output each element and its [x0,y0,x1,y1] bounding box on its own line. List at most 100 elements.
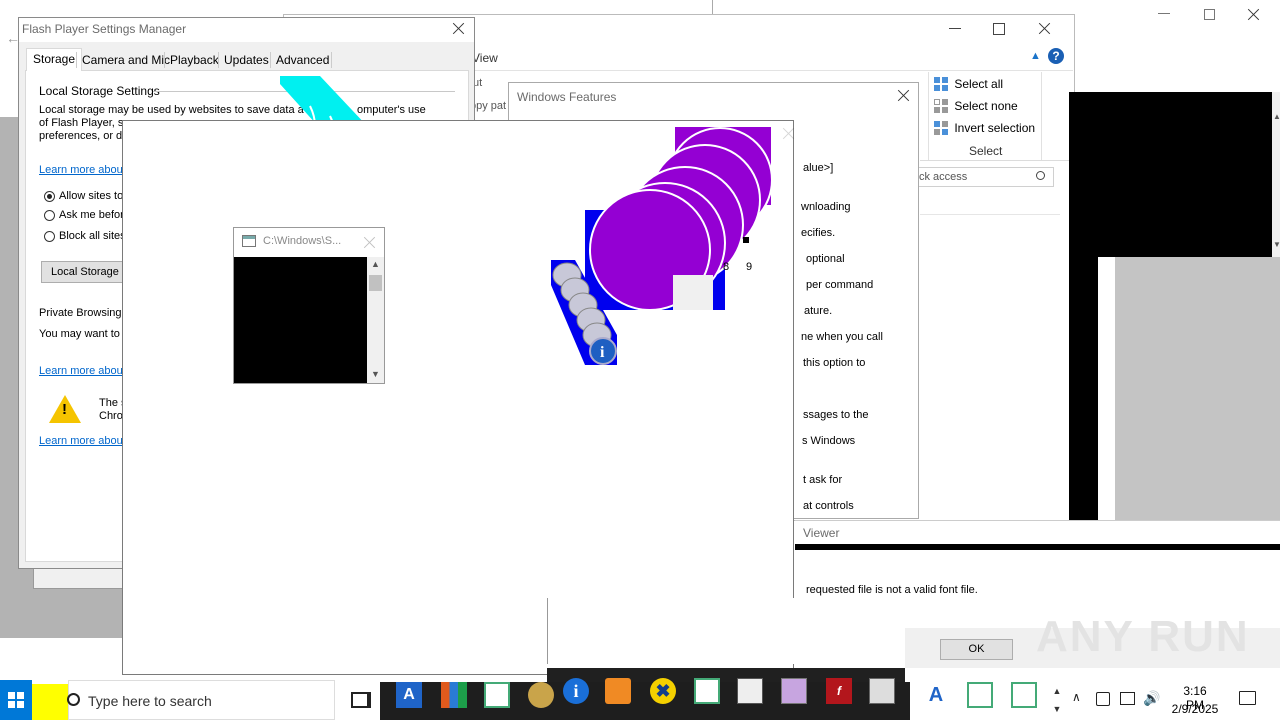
learn-more-link-2[interactable]: Learn more about [39,365,126,377]
tab-advanced[interactable]: Advanced [270,50,335,70]
cell-value-8: 8 [723,261,730,273]
tab-dividers [76,52,77,68]
scroll-down-icon[interactable]: ▼ [1273,240,1280,249]
features-line-2: wnloading [801,201,851,213]
select-all-icon [934,76,948,91]
search-box[interactable]: ck access [916,167,1054,187]
features-line-1: alue>] [803,162,834,174]
taskbar-app-clipboard-icon[interactable] [869,678,895,704]
restore-icon[interactable] [1204,9,1215,20]
clock-date[interactable]: 2/9/2025 [1170,702,1220,716]
taskbar-app-sign-icon[interactable] [737,678,763,704]
local-storage-settings-button[interactable]: Local Storage S [41,261,123,283]
tab-updates[interactable]: Updates [218,50,275,70]
taskbar-app-gear-icon[interactable] [528,682,554,708]
taskbar-app-office-icon[interactable] [441,682,467,708]
taskbar-app-x-icon[interactable]: ✖ [650,678,676,704]
taskbar-app-window4-icon[interactable] [1011,682,1037,708]
tab-storage[interactable]: Storage [26,48,83,71]
blank-dialog-close-icon[interactable] [783,127,795,139]
radio-block-label: Block all sites [59,230,126,242]
tray-network-icon[interactable] [1096,692,1110,706]
taskbar-search-box[interactable]: Type here to search [67,680,335,720]
local-storage-heading: Local Storage Settings [39,84,160,98]
taskbar-scroll[interactable]: ▲ ▼ [1050,682,1064,718]
taskbar-app-font-icon[interactable]: A [396,682,422,708]
select-group-label: Select [969,144,1003,158]
cmd-window-title: C:\Windows\S... [263,235,342,247]
select-none-icon [934,98,948,113]
ribbon-tab-view[interactable]: View [472,51,498,65]
search-icon [1036,171,1045,180]
flash-title: Flash Player Settings Manager [22,22,187,36]
tray-wifi-icon[interactable] [1120,692,1135,705]
flash-back-icon[interactable]: ← [6,30,20,46]
private-browsing-text: You may want to [39,328,120,340]
taskbar-app-font2-icon[interactable]: A [923,682,949,708]
minimize-icon[interactable] [1158,13,1170,14]
storage-desc-2: of Flash Player, s [39,117,124,129]
learn-more-link-3[interactable]: Learn more about [39,435,126,447]
font-viewer-title: Viewer [803,526,840,540]
task-view-icon[interactable] [351,692,371,708]
explorer-maximize-icon[interactable] [993,23,1005,35]
features-line-8: this option to [803,357,866,369]
help-icon[interactable]: ? [1048,48,1064,64]
select-none-label: Select none [954,98,1018,113]
select-all-button[interactable]: Select all [934,76,1003,91]
flash-close-icon[interactable] [453,22,465,34]
windows-logo-icon [8,692,24,708]
taskbar-search-icon [67,693,80,706]
notifications-icon[interactable] [1239,691,1256,705]
svg-text:i: i [600,344,605,361]
private-browsing-heading: Private Browsing [39,307,122,319]
windows-features-title: Windows Features [517,90,617,104]
cmd-scroll-thumb[interactable] [369,275,382,291]
cmd-console-area [234,257,367,383]
cmd-window-icon [242,235,256,247]
flash-shadow-window [33,567,125,589]
taskbar-app-flash-icon[interactable]: f [826,678,852,704]
tab-camera-and-mic[interactable]: Camera and Mic [76,50,176,70]
features-line-6: ature. [804,305,833,317]
cmd-close-icon[interactable] [364,236,376,248]
tab-playback[interactable]: Playback [164,50,225,70]
features-line-7: ne when you call [801,331,883,343]
tray-chevron-icon[interactable]: ∧ [1072,690,1081,704]
taskbar-search-input: Type here to search [88,693,212,709]
cell-value-9: 9 [746,261,753,273]
storage-desc-1: Local storage may be used by websites to… [39,104,304,116]
taskbar-app-window-icon[interactable] [484,682,510,708]
radio-allow-sites[interactable] [44,191,55,202]
learn-more-link-1[interactable]: Learn more about [39,164,126,176]
ok-button[interactable]: OK [940,639,1013,660]
tray-volume-icon[interactable]: 🔊 [1143,690,1160,707]
font-viewer-message: requested file is not a valid font file. [806,584,978,596]
invert-selection-button[interactable]: Invert selection [934,120,1035,135]
select-none-button[interactable]: Select none [934,98,1018,113]
warning-icon-mark: ! [62,401,67,418]
storage-desc-3: preferences, or d [39,130,123,142]
invert-selection-label: Invert selection [954,120,1036,135]
taskbar-app-window2-icon[interactable] [694,678,720,704]
cmd-scroll-up-icon[interactable]: ▲ [371,259,380,269]
search-input: ck access [919,171,968,183]
taskbar-app-media-icon[interactable] [605,678,631,704]
radio-ask-me[interactable] [44,210,55,221]
taskbar-app-window3-icon[interactable] [967,682,993,708]
taskbar-app-archive-icon[interactable] [781,678,807,704]
ribbon-collapse-icon[interactable]: ▲ [1030,50,1041,62]
windows-features-close-icon[interactable] [898,89,910,101]
yellow-glitch-block [32,684,68,720]
cmd-scroll-down-icon[interactable]: ▼ [371,369,380,379]
features-line-10: ssages to the [803,409,869,421]
scroll-up-icon[interactable]: ▲ [1273,112,1280,121]
explorer-minimize-icon[interactable] [949,28,961,29]
close-icon[interactable] [1248,8,1260,20]
taskbar-app-info-icon[interactable]: i [563,678,589,704]
radio-block-sites[interactable] [44,231,55,242]
explorer-close-icon[interactable] [1039,22,1051,34]
explorer-divider [920,214,1060,215]
features-line-4: optional [806,253,845,265]
desktop-grey-right [1115,257,1280,520]
